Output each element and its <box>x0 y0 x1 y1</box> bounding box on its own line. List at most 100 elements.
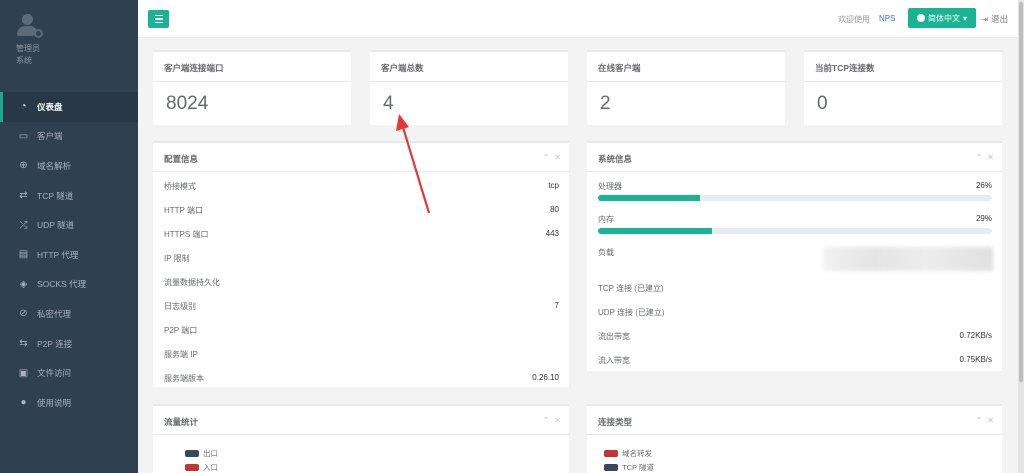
config-title: 配置信息 <box>164 154 199 164</box>
panel-tools: ⌃ ✕ <box>976 153 994 162</box>
config-row: 日志级别 7 <box>164 301 559 312</box>
sidebar-item-1[interactable]: ▭ 客户端 <box>0 122 138 152</box>
config-key: HTTPS 端口 <box>164 230 209 239</box>
sidebar-item-label: 域名解析 <box>37 160 72 171</box>
stat-value: 2 <box>600 93 611 114</box>
stat-value: 8024 <box>166 93 209 114</box>
language-label: 简体中文 <box>927 13 960 23</box>
sign-out-icon: ⇥ <box>981 13 989 24</box>
globe-icon <box>916 14 925 22</box>
sidebar-item-7[interactable]: ⊘ 私密代理 <box>0 299 138 329</box>
profile-block: 管理员 系统 <box>0 0 138 92</box>
sidebar-item-5[interactable]: ▤ HTTP 代理 <box>0 240 138 270</box>
menu-toggle-button[interactable] <box>148 10 169 28</box>
sidebar-item-label: 使用说明 <box>37 397 72 408</box>
mem-value: 29% <box>975 214 992 223</box>
scrollbar-thumb[interactable] <box>1019 2 1023 382</box>
sidebar-item-3[interactable]: ⇄ TCP 隧道 <box>0 181 138 211</box>
sidebar-item-2[interactable]: ⊕ 域名解析 <box>0 151 138 181</box>
legend-label: 出口 <box>203 449 218 458</box>
profile-sub: 系统 <box>16 56 32 65</box>
language-dropdown-button[interactable]: 简体中文 ▾ <box>908 8 976 28</box>
panel-tools: ⌃ ✕ <box>543 153 561 162</box>
stat-title: 在线客户端 <box>587 52 785 82</box>
stat-value: 0 <box>817 93 828 114</box>
logout-link[interactable]: ⇥ 退出 <box>981 13 1008 25</box>
legend-out[interactable]: 出口 <box>185 448 218 459</box>
cpu-row: 处理器 26% <box>598 181 992 192</box>
collapse-icon[interactable]: ⌃ <box>976 416 983 425</box>
config-key: 桥接模式 <box>164 182 196 191</box>
config-key: 服务端版本 <box>164 374 204 383</box>
system-key: TCP 连接 (已建立) <box>598 284 664 293</box>
briefcase-icon: ▣ <box>18 367 29 379</box>
stat-online-clients: 在线客户端 2 <box>587 50 785 125</box>
system-row: UDP 连接 (已建立) <box>598 307 992 318</box>
retweet-icon: ⇄ <box>19 190 28 202</box>
legend-label: TCP 隧道 <box>622 463 654 472</box>
legend-swatch <box>604 450 618 457</box>
system-row: TCP 连接 (已建立) <box>598 283 992 294</box>
close-icon[interactable]: ✕ <box>987 153 994 162</box>
system-row: 流入带宽 0.75KB/s <box>598 355 992 366</box>
sidebar-item-0[interactable]: ◔ 仪表盘 <box>0 92 138 122</box>
config-key: HTTP 端口 <box>164 206 203 215</box>
collapse-icon[interactable]: ⌃ <box>976 153 983 162</box>
nps-link[interactable]: NPS <box>879 14 895 23</box>
load-label: 负载 <box>598 248 614 257</box>
sidebar-item-label: UDP 隧道 <box>37 220 75 231</box>
close-icon[interactable]: ✕ <box>554 416 561 425</box>
stat-title: 客户端连接端口 <box>153 52 351 82</box>
cpu-progress-bar <box>598 195 992 201</box>
sidebar-item-label: HTTP 代理 <box>37 249 79 260</box>
sidebar-item-6[interactable]: ◈ SOCKS 代理 <box>0 270 138 300</box>
stat-title: 当前TCP连接数 <box>804 52 1002 82</box>
page-scrollbar[interactable] <box>1018 0 1024 473</box>
sidebar-item-9[interactable]: ▣ 文件访问 <box>0 358 138 388</box>
config-row: 服务端版本 0.26.10 <box>164 373 559 384</box>
close-icon[interactable]: ✕ <box>987 416 994 425</box>
conntype-panel: 连接类型 ⌃ ✕ 域名转发 TCP 隧道 <box>587 404 1002 473</box>
config-value: 443 <box>545 229 559 238</box>
config-row: 服务端 IP <box>164 349 559 360</box>
legend-tcp[interactable]: TCP 隧道 <box>604 462 654 473</box>
close-icon[interactable]: ✕ <box>554 153 561 162</box>
eye-slash-icon: ⊘ <box>19 308 28 320</box>
sidebar-item-label: 私密代理 <box>37 308 72 319</box>
legend-domain[interactable]: 域名转发 <box>604 448 652 459</box>
cpu-label: 处理器 <box>598 182 622 191</box>
sidebar-item-label: P2P 连接 <box>37 338 73 349</box>
system-key: 流出带宽 <box>598 332 630 341</box>
sidebar-item-label: TCP 隧道 <box>37 190 74 201</box>
system-title: 系统信息 <box>598 154 633 164</box>
sidebar-item-8[interactable]: ⇆ P2P 连接 <box>0 329 138 359</box>
panel-title: 连接类型 ⌃ ✕ <box>587 406 1002 435</box>
stat-tcp-connections: 当前TCP连接数 0 <box>804 50 1002 125</box>
legend-swatch <box>185 450 199 457</box>
admin-avatar-icon <box>16 14 43 38</box>
config-key: 流量数据持久化 <box>164 278 220 287</box>
exchange-icon: ⇆ <box>19 338 28 350</box>
system-key: 流入带宽 <box>598 356 630 365</box>
config-key: 日志级别 <box>164 302 196 311</box>
legend-swatch <box>604 464 618 471</box>
profile-role[interactable]: 管理员 <box>16 43 138 55</box>
server-icon: ▤ <box>18 249 29 261</box>
conntype-title: 连接类型 <box>598 417 633 427</box>
collapse-icon[interactable]: ⌃ <box>543 416 550 425</box>
sidebar-item-10[interactable]: ● 使用说明 <box>0 388 138 418</box>
legend-in[interactable]: 入口 <box>185 462 218 473</box>
mem-row: 内存 29% <box>598 214 992 225</box>
config-value: 0.26.10 <box>532 373 559 382</box>
mem-progress-bar <box>598 228 992 234</box>
random-icon: ⤮ <box>19 219 28 231</box>
config-value: 80 <box>550 205 559 214</box>
panel-tools: ⌃ ✕ <box>543 416 561 425</box>
collapse-icon[interactable]: ⌃ <box>543 153 550 162</box>
config-panel: 配置信息 ⌃ ✕ 桥接模式 tcp HTTP 端口 80 HTTPS 端口 443 IP 限… <box>153 141 569 387</box>
welcome-text: 欢迎使用 <box>838 15 870 24</box>
config-value: tcp <box>548 181 559 190</box>
sidebar-item-4[interactable]: ⤮ UDP 隧道 <box>0 210 138 240</box>
config-row: 桥接模式 tcp <box>164 181 559 192</box>
config-row: IP 限制 <box>164 253 559 264</box>
